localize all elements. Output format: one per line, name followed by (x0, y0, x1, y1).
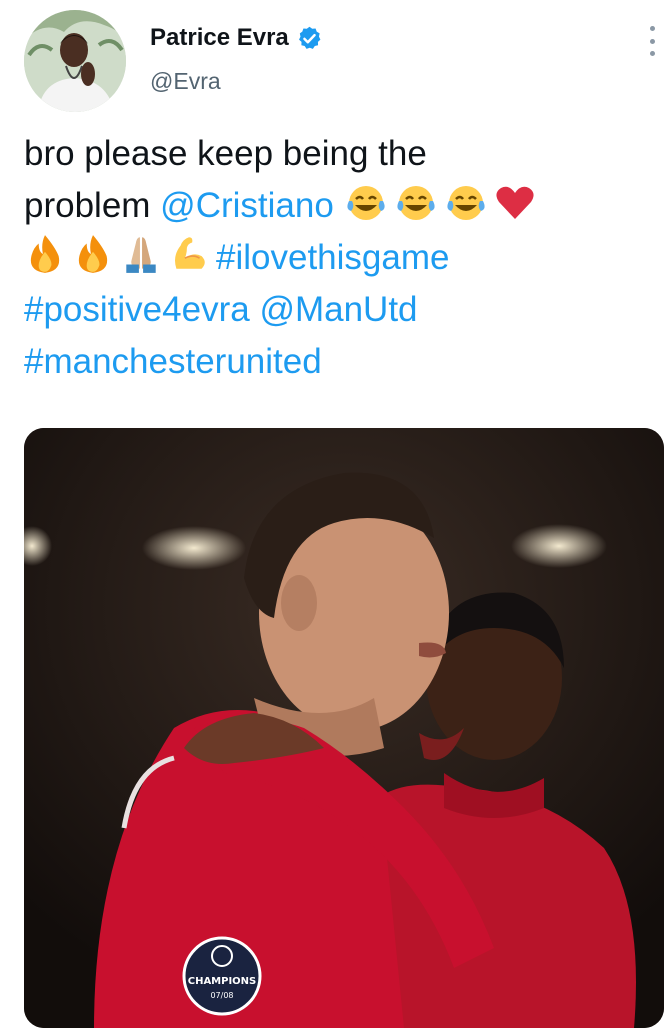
champions-badge-text: CHAMPIONS (188, 976, 257, 987)
author-name-row[interactable]: Patrice Evra (150, 24, 323, 52)
flexed-biceps-icon (175, 237, 205, 269)
tweet-line-2: problem @Cristiano (24, 180, 664, 232)
face-with-tears-of-joy-icon (446, 186, 485, 220)
more-options-button[interactable] (646, 26, 658, 56)
photo-footballers-celebrating: CHAMPIONS 07/08 (24, 428, 664, 1028)
tweet-line-1: bro please keep being the (24, 128, 664, 180)
mention-link-cristiano[interactable]: @Cristiano (160, 186, 334, 225)
folded-hands-icon (126, 237, 156, 273)
mention-link-manutd[interactable]: @ManUtd (259, 290, 417, 329)
hashtag-ilovethisgame[interactable]: #ilovethisgame (216, 238, 449, 277)
face-with-tears-of-joy-icon (346, 186, 385, 220)
tweet-media-photo[interactable]: CHAMPIONS 07/08 (24, 428, 664, 1028)
verified-badge-icon (298, 26, 321, 49)
tweet-text-segment: problem (24, 186, 161, 225)
fire-icon (30, 235, 60, 273)
author-display-name[interactable]: Patrice Evra (150, 24, 289, 52)
hashtag-manchesterunited[interactable]: #manchesterunited (24, 342, 322, 381)
hashtag-positive4evra[interactable]: #positive4evra (24, 290, 250, 329)
tweet-line-3: #ilovethisgame (24, 232, 664, 284)
tweet-line-5: #manchesterunited (24, 336, 664, 388)
avatar-photo (24, 10, 126, 112)
face-with-tears-of-joy-icon (396, 186, 435, 220)
fire-icon (78, 235, 108, 273)
red-heart-icon (495, 186, 534, 219)
tweet-line-4: #positive4evra @ManUtd (24, 284, 664, 336)
author-handle[interactable]: @Evra (150, 68, 221, 95)
author-avatar[interactable] (24, 10, 126, 112)
more-vertical-icon (649, 26, 655, 31)
tweet-text: bro please keep being the problem @Crist… (24, 128, 664, 388)
tweet-text-segment: bro please keep being the (24, 134, 427, 173)
champions-badge-season: 07/08 (210, 991, 233, 1000)
